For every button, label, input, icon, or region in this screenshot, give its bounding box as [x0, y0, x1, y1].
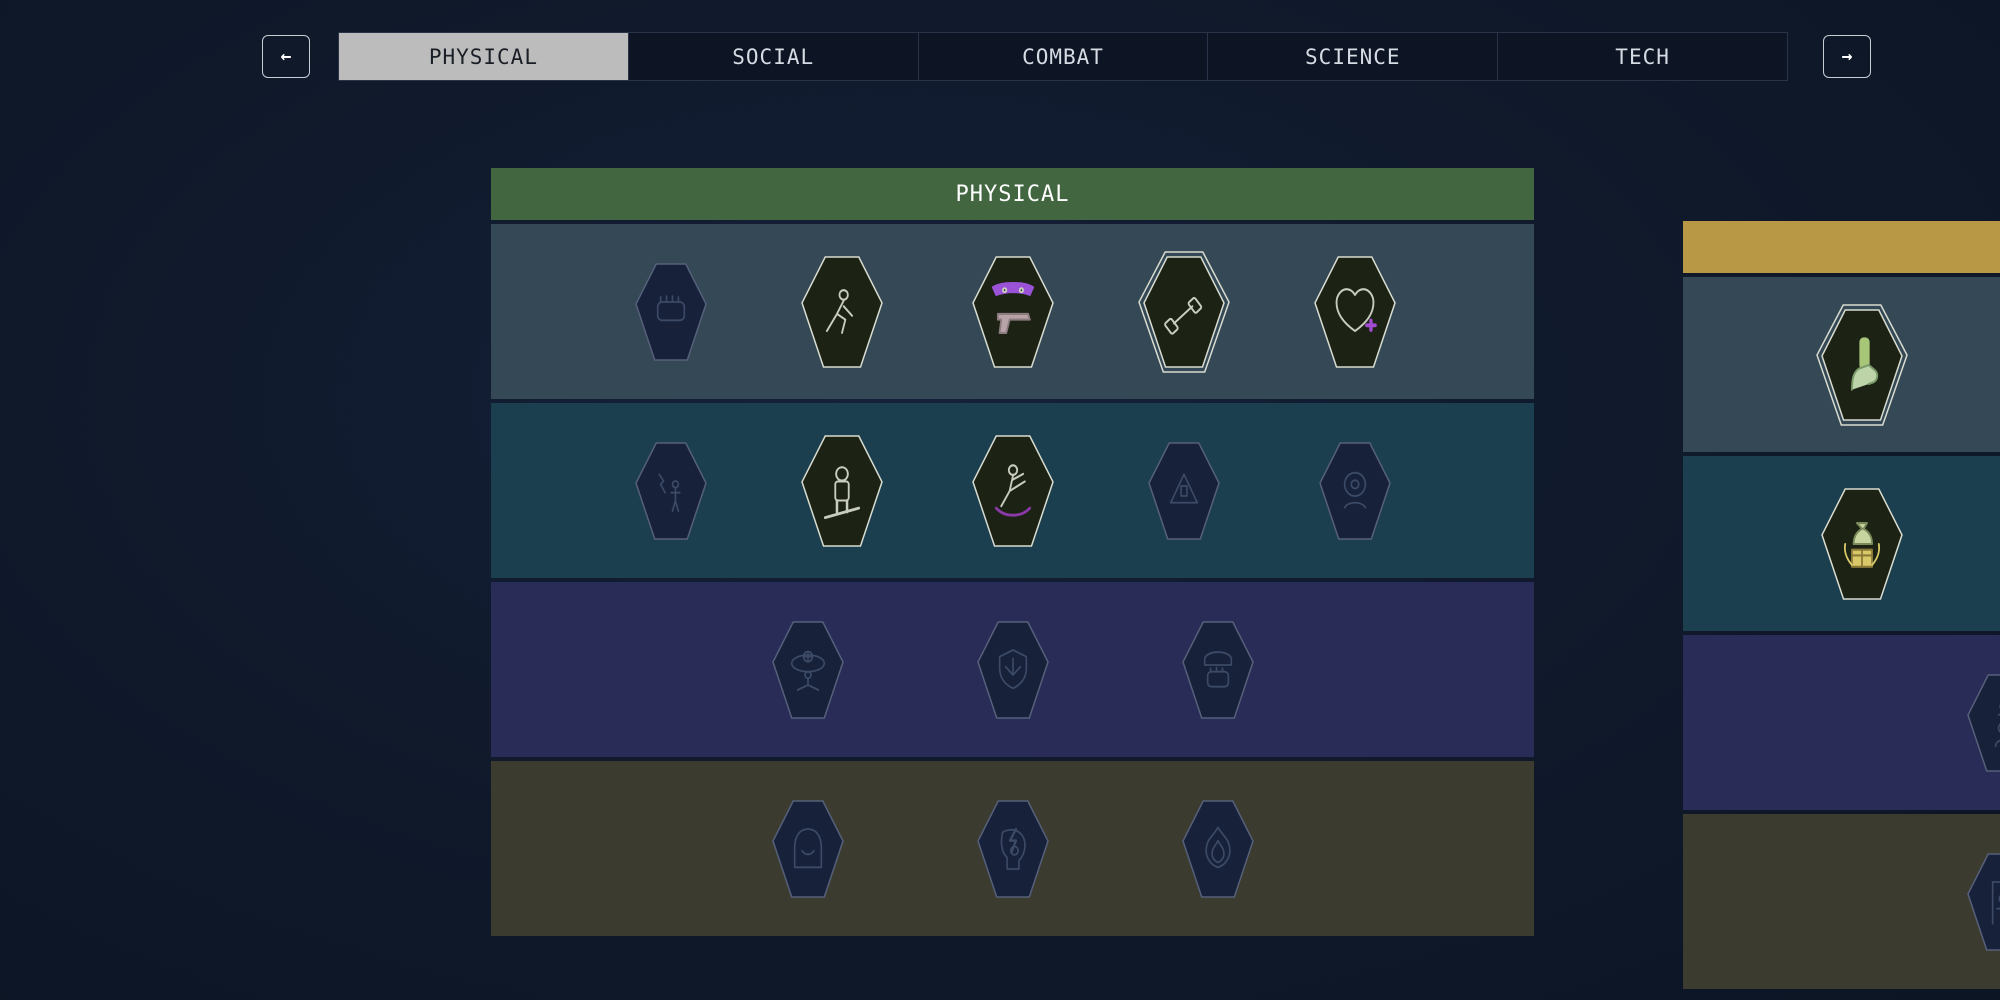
skill-badge-astronaut[interactable] — [800, 434, 884, 548]
skill-badge-lightning-head[interactable] — [976, 799, 1050, 899]
tab-combat[interactable]: COMBAT — [918, 33, 1209, 80]
tab-social[interactable]: SOCIAL — [628, 33, 919, 80]
skill-badge-eye-figure[interactable] — [1318, 441, 1392, 541]
skill-badge-shield-emblem[interactable] — [976, 620, 1050, 720]
arrow-left-icon: ← — [280, 46, 292, 67]
skill-tier-4 — [1683, 814, 2000, 989]
skill-badge-hand-card[interactable] — [1816, 303, 1908, 426]
skill-badge-kick[interactable] — [971, 434, 1055, 548]
skill-badge-heart-plus[interactable] — [1313, 255, 1397, 369]
skill-badge-figures[interactable] — [1966, 673, 2000, 773]
skill-tier-4 — [491, 761, 1534, 936]
skill-tier-2 — [491, 403, 1534, 578]
category-tabs: PHYSICAL SOCIAL COMBAT SCIENCE TECH — [338, 32, 1788, 81]
skill-badge-hazard[interactable] — [1147, 441, 1221, 541]
tab-science[interactable]: SCIENCE — [1208, 33, 1499, 80]
physical-panel-header: PHYSICAL — [491, 168, 1534, 220]
skill-badge-meditation[interactable] — [771, 620, 845, 720]
skill-badge-crouching-figure[interactable] — [800, 255, 884, 369]
skill-badge-puppet[interactable] — [1966, 852, 2000, 952]
skill-badge-masked-pistol[interactable] — [971, 255, 1055, 369]
skill-badge-hooded-figure[interactable] — [771, 799, 845, 899]
social-skill-panel — [1683, 221, 2000, 989]
skill-tier-1 — [491, 224, 1534, 399]
prev-category-button[interactable]: ← — [262, 35, 310, 78]
skill-badge-helmet-fist[interactable] — [1181, 620, 1255, 720]
skill-badge-dumbbell[interactable] — [1138, 250, 1230, 373]
skill-badge-energy-figure[interactable] — [634, 441, 708, 541]
skill-tier-1 — [1683, 277, 2000, 452]
tab-physical[interactable]: PHYSICAL — [339, 33, 629, 80]
physical-skill-panel: PHYSICAL — [491, 168, 1534, 936]
skill-badge-fist[interactable] — [634, 262, 708, 362]
skill-badge-money-gift[interactable] — [1820, 487, 1904, 601]
arrow-right-icon: → — [1841, 46, 1853, 67]
skill-tier-3 — [1683, 635, 2000, 810]
skill-tier-3 — [491, 582, 1534, 757]
tab-tech[interactable]: TECH — [1498, 33, 1787, 80]
panel-title: PHYSICAL — [955, 181, 1070, 207]
skill-tier-2 — [1683, 456, 2000, 631]
skill-badge-flame-emblem[interactable] — [1181, 799, 1255, 899]
next-category-button[interactable]: → — [1823, 35, 1871, 78]
social-panel-header — [1683, 221, 2000, 273]
